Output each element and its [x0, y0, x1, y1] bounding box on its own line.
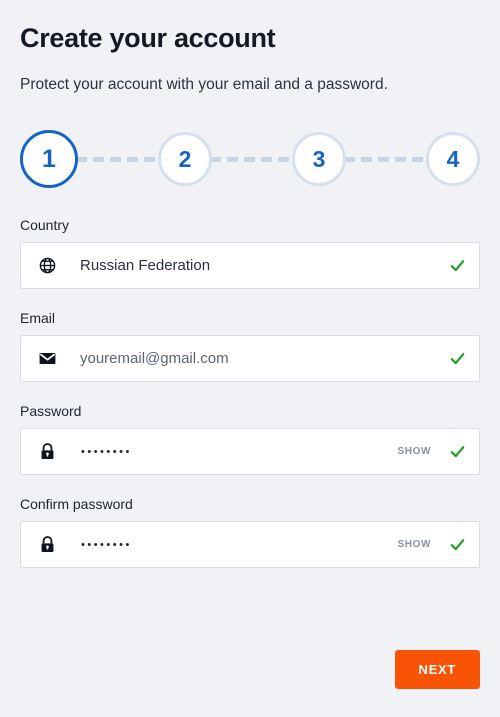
step-3[interactable]: 3	[292, 132, 346, 187]
step-2-number: 2	[178, 145, 192, 172]
confirm-password-field-block: Confirm password •••••••• SHOW	[20, 496, 480, 569]
email-label: Email	[20, 310, 56, 327]
step-connector-2	[210, 156, 294, 162]
confirm-password-valid-check-icon	[447, 536, 467, 553]
globe-icon	[34, 256, 60, 275]
step-3-number: 3	[312, 145, 326, 172]
country-valid-check-icon	[447, 257, 467, 274]
confirm-password-label: Confirm password	[20, 496, 133, 513]
country-field-block: Country Russian Federation	[20, 217, 480, 290]
country-label: Country	[20, 217, 70, 234]
confirm-password-input[interactable]: ••••••••	[60, 539, 397, 551]
step-connector-1	[76, 156, 160, 162]
envelope-icon	[34, 349, 60, 368]
country-select[interactable]: Russian Federation	[20, 242, 480, 290]
step-4-number: 4	[446, 145, 460, 172]
next-button[interactable]: NEXT	[394, 650, 480, 689]
step-1[interactable]: 1	[20, 130, 78, 189]
step-1-number: 1	[42, 144, 56, 173]
password-show-toggle[interactable]: SHOW	[397, 446, 431, 457]
step-indicator: 1 2 3 4	[20, 127, 480, 191]
step-4[interactable]: 4	[426, 132, 480, 187]
confirm-password-show-toggle[interactable]: SHOW	[397, 539, 431, 550]
signup-page: Create your account Protect your account…	[0, 0, 500, 717]
email-valid-check-icon	[447, 350, 467, 367]
password-valid-check-icon	[447, 443, 467, 460]
confirm-password-field[interactable]: •••••••• SHOW	[20, 521, 480, 569]
page-subtitle: Protect your account with your email and…	[20, 75, 388, 93]
email-input[interactable]: youremail@gmail.com	[60, 350, 447, 367]
email-field-block: Email youremail@gmail.com	[20, 310, 480, 383]
form-footer: NEXT	[394, 650, 480, 689]
country-value: Russian Federation	[80, 257, 211, 275]
password-input[interactable]: ••••••••	[60, 446, 397, 458]
email-field[interactable]: youremail@gmail.com	[20, 335, 480, 383]
lock-icon	[34, 535, 60, 554]
lock-icon	[34, 442, 60, 461]
step-2[interactable]: 2	[158, 132, 212, 187]
password-label: Password	[20, 403, 82, 420]
password-field-block: Password •••••••• SHOW	[20, 403, 480, 476]
page-title: Create your account	[20, 23, 276, 53]
step-connector-3	[344, 156, 428, 162]
password-field[interactable]: •••••••• SHOW	[20, 428, 480, 476]
